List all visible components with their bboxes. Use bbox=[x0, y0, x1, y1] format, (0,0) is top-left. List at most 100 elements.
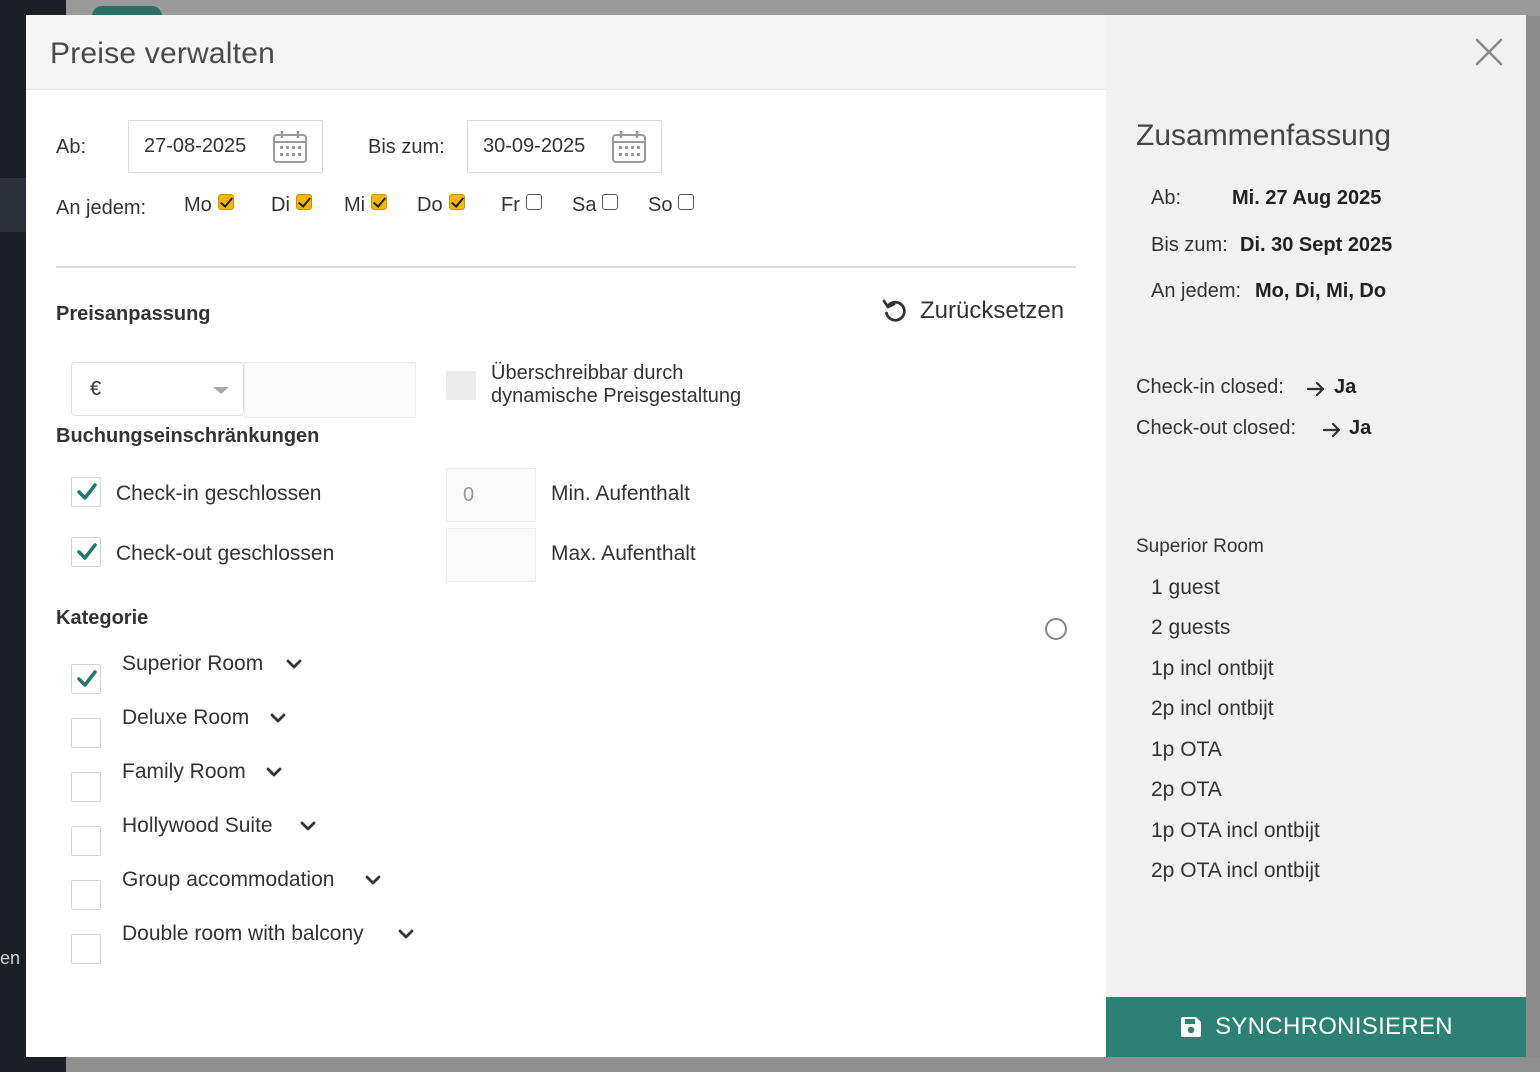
category-radio[interactable] bbox=[1045, 618, 1067, 640]
weekday-mi[interactable]: Mi bbox=[344, 193, 388, 217]
weekday-mo-checkbox[interactable] bbox=[217, 193, 234, 210]
from-date-input[interactable]: 27-08-2025 bbox=[128, 120, 323, 173]
category-label[interactable]: Family Room bbox=[122, 760, 246, 784]
checkmark-icon bbox=[77, 670, 97, 687]
chevron-down-icon[interactable] bbox=[266, 766, 282, 778]
override-label: Überschreibbar durch dynamische Preisges… bbox=[491, 362, 741, 408]
category-heading: Kategorie bbox=[56, 607, 149, 629]
override-checkbox[interactable] bbox=[446, 371, 476, 400]
arrow-right-icon bbox=[1322, 422, 1341, 438]
category-label[interactable]: Hollywood Suite bbox=[122, 814, 273, 838]
summary-from-label: Ab: bbox=[1151, 187, 1182, 209]
arrow-right-icon bbox=[1306, 381, 1325, 397]
summary-checkin-value: Ja bbox=[1334, 376, 1357, 398]
override-label-line2: dynamische Preisgestaltung bbox=[491, 385, 742, 407]
weekday-so-label: So bbox=[648, 194, 673, 216]
price-amount-input[interactable] bbox=[244, 362, 416, 418]
checkin-closed-label: Check-in geschlossen bbox=[116, 482, 322, 505]
undo-icon bbox=[882, 299, 906, 322]
from-label: Ab: bbox=[56, 136, 87, 158]
summary-from-value: Mi. 27 Aug 2025 bbox=[1232, 187, 1382, 209]
summary-checkin-label: Check-in closed: bbox=[1136, 376, 1284, 398]
weekday-sa-checkbox[interactable] bbox=[602, 193, 619, 210]
modal-title: Preise verwalten bbox=[50, 37, 275, 70]
category-label[interactable]: Superior Room bbox=[122, 652, 263, 676]
summary-rate: 1p OTA incl ontbijt bbox=[1151, 819, 1320, 842]
category-checkbox-hollywood-suite[interactable] bbox=[71, 826, 101, 856]
checkmark-icon bbox=[77, 543, 97, 560]
close-icon[interactable] bbox=[1474, 37, 1504, 67]
chevron-down-icon[interactable] bbox=[398, 928, 414, 940]
sidebar-selected-item bbox=[0, 178, 26, 232]
calendar-icon[interactable] bbox=[272, 130, 308, 164]
summary-rate: 1 guest bbox=[1151, 576, 1220, 599]
calendar-icon[interactable] bbox=[611, 130, 647, 164]
category-label[interactable]: Double room with balcony bbox=[122, 922, 364, 946]
summary-rate: 2p OTA incl ontbijt bbox=[1151, 859, 1320, 882]
sidebar-fragment-text: en bbox=[0, 948, 21, 968]
weekday-di-checkbox[interactable] bbox=[295, 193, 312, 210]
reset-label: Zurücksetzen bbox=[920, 297, 1065, 324]
category-checkbox-group-accommodation[interactable] bbox=[71, 880, 101, 910]
min-stay-label: Min. Aufenthalt bbox=[551, 482, 690, 505]
weekday-do[interactable]: Do bbox=[417, 193, 465, 217]
weekday-di-label: Di bbox=[271, 194, 290, 216]
summary-days-label: An jedem: bbox=[1151, 280, 1242, 302]
weekday-mi-checkbox[interactable] bbox=[371, 193, 388, 210]
weekday-sa[interactable]: Sa bbox=[572, 193, 619, 217]
category-checkbox-deluxe-room[interactable] bbox=[71, 718, 101, 748]
chevron-down-icon[interactable] bbox=[270, 712, 286, 724]
category-checkbox-superior-room[interactable] bbox=[71, 664, 101, 694]
synchronize-label: SYNCHRONISIEREN bbox=[1215, 1013, 1453, 1040]
checkin-closed-checkbox[interactable] bbox=[71, 477, 101, 507]
checkout-closed-checkbox[interactable] bbox=[71, 537, 101, 567]
summary-to-label: Bis zum: bbox=[1151, 234, 1228, 256]
synchronize-button[interactable]: SYNCHRONISIEREN bbox=[1106, 997, 1526, 1057]
weekday-do-checkbox[interactable] bbox=[448, 193, 465, 210]
weekday-mo[interactable]: Mo bbox=[184, 193, 234, 217]
app-header bbox=[66, 0, 1540, 26]
category-checkbox-double-room-balcony[interactable] bbox=[71, 934, 101, 964]
category-label[interactable]: Group accommodation bbox=[122, 868, 334, 892]
checkmark-icon bbox=[77, 483, 97, 500]
modal-body: Ab: 27-08-2025 Bis zum: 30-09-2025 An je… bbox=[26, 90, 1106, 1057]
to-label: Bis zum: bbox=[368, 136, 445, 158]
chevron-down-icon[interactable] bbox=[365, 874, 381, 886]
max-stay-input[interactable] bbox=[446, 528, 536, 582]
summary-title: Zusammenfassung bbox=[1136, 119, 1392, 152]
category-label[interactable]: Deluxe Room bbox=[122, 706, 249, 730]
category-checkbox-family-room[interactable] bbox=[71, 772, 101, 802]
currency-select[interactable]: € bbox=[71, 362, 244, 416]
summary-checkout-label: Check-out closed: bbox=[1136, 417, 1297, 439]
checkout-closed-label: Check-out geschlossen bbox=[116, 542, 335, 565]
summary-rate: 2 guests bbox=[1151, 616, 1231, 639]
min-stay-value: 0 bbox=[463, 484, 475, 506]
manage-prices-modal: Preise verwalten Zusammenfassung Ab: Mi.… bbox=[26, 15, 1526, 1057]
weekday-sa-label: Sa bbox=[572, 194, 597, 216]
summary-panel: Zusammenfassung Ab: Mi. 27 Aug 2025 Bis … bbox=[1106, 15, 1526, 1057]
price-adjust-heading: Preisanpassung bbox=[56, 303, 211, 325]
reset-button[interactable]: Zurücksetzen bbox=[882, 297, 1064, 325]
chevron-down-icon[interactable] bbox=[286, 658, 302, 670]
save-icon bbox=[1181, 1017, 1202, 1037]
weekday-fr[interactable]: Fr bbox=[501, 193, 542, 217]
to-date-input[interactable]: 30-09-2025 bbox=[467, 120, 662, 173]
from-date-value: 27-08-2025 bbox=[144, 135, 247, 157]
weekday-so-checkbox[interactable] bbox=[678, 193, 695, 210]
weekday-di[interactable]: Di bbox=[271, 193, 312, 217]
modal-header: Preise verwalten bbox=[26, 15, 1106, 90]
restrictions-heading: Buchungseinschränkungen bbox=[56, 425, 320, 447]
currency-value: € bbox=[90, 378, 102, 400]
weekday-fr-checkbox[interactable] bbox=[525, 193, 542, 210]
override-label-line1: Überschreibbar durch bbox=[491, 362, 684, 384]
summary-to-value: Di. 30 Sept 2025 bbox=[1240, 234, 1393, 256]
summary-rate: 1p incl ontbijt bbox=[1151, 657, 1274, 680]
summary-rate: 2p incl ontbijt bbox=[1151, 697, 1274, 720]
weekday-so[interactable]: So bbox=[648, 193, 695, 217]
app-content-edge bbox=[1526, 16, 1540, 1072]
weekday-label: An jedem: bbox=[56, 197, 147, 219]
chevron-down-icon[interactable] bbox=[300, 820, 316, 832]
summary-room-name: Superior Room bbox=[1136, 536, 1264, 557]
weekday-fr-label: Fr bbox=[501, 194, 520, 216]
min-stay-input[interactable]: 0 bbox=[446, 468, 536, 522]
